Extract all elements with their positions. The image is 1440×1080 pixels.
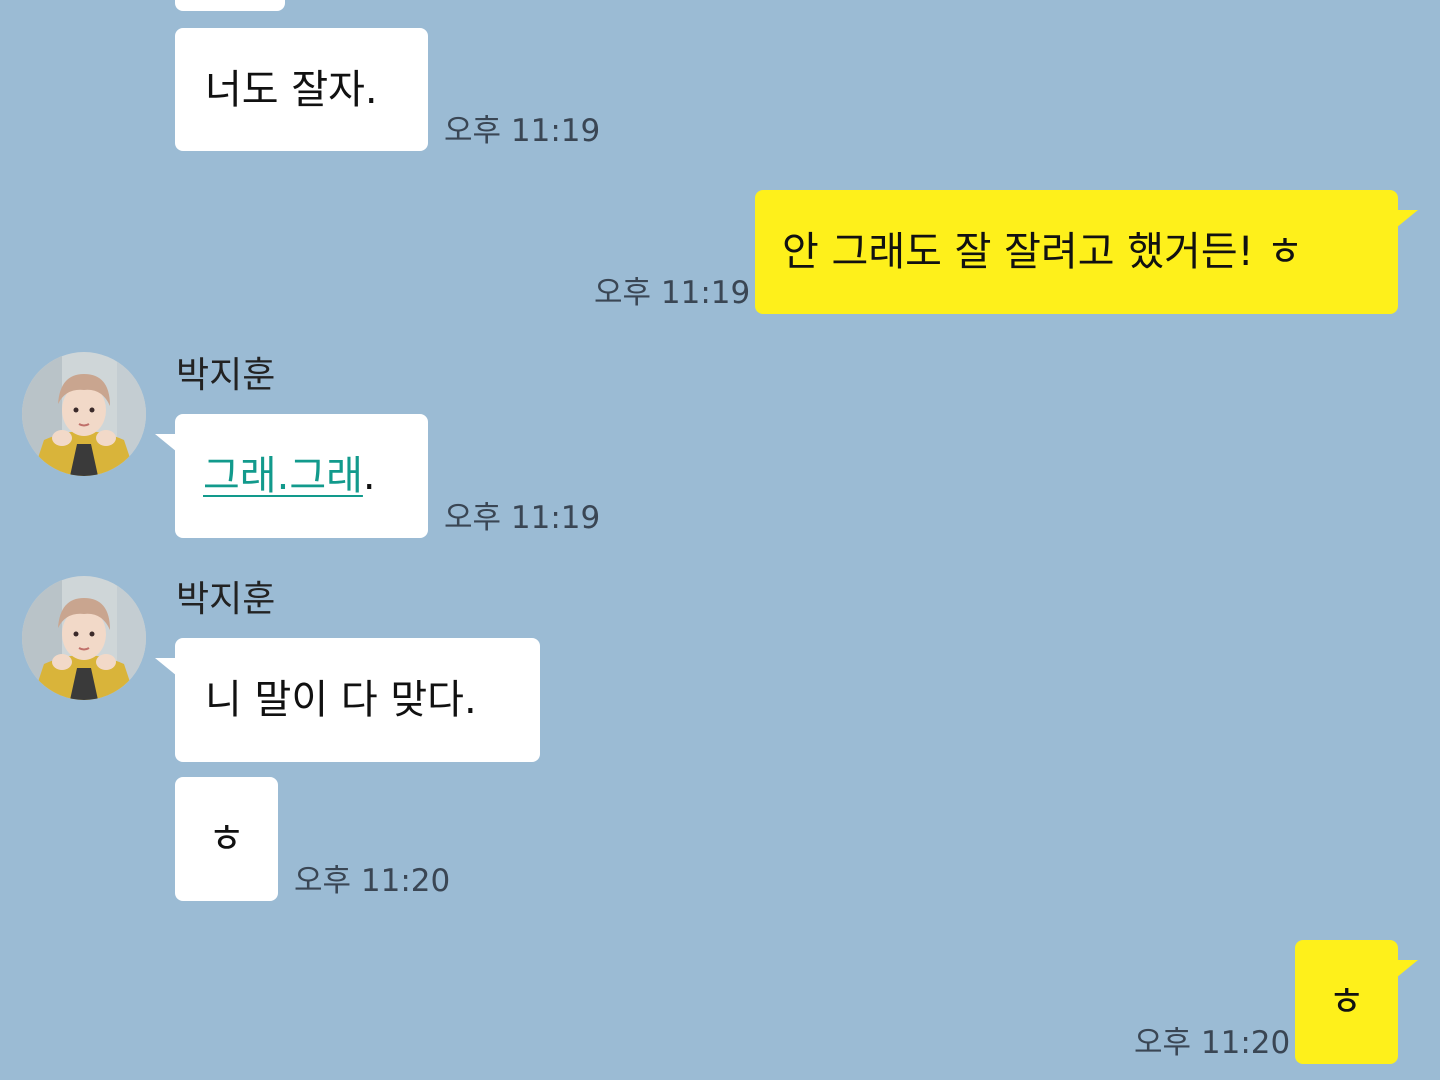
message-bubble-incoming[interactable]: ㅎ xyxy=(175,777,278,901)
avatar-image xyxy=(22,576,146,700)
message-bubble-incoming[interactable]: 그래.그래. xyxy=(175,414,428,538)
bubble-tail xyxy=(155,434,177,452)
message-text: ㅎ xyxy=(208,816,245,862)
message-text: 니 말이 다 맞다. xyxy=(205,677,477,723)
message-bubble-incoming[interactable]: 너도 잘자. xyxy=(175,28,428,151)
message-text: . xyxy=(362,453,376,499)
message-bubble-outgoing[interactable]: ㅎ xyxy=(1295,940,1398,1064)
message-text: 안 그래도 잘 잘려고 했거든! ㅎ xyxy=(782,229,1304,275)
message-timestamp: 오후 11:19 xyxy=(444,113,601,149)
message-bubble-incoming[interactable]: 니 말이 다 맞다. xyxy=(175,638,540,762)
bubble-tail xyxy=(1396,210,1418,228)
chat-room: 너도 잘자. 오후 11:19 안 그래도 잘 잘려고 했거든! ㅎ 오후 11… xyxy=(0,0,1440,1080)
message-timestamp: 오후 11:19 xyxy=(444,500,601,536)
sender-name: 박지훈 xyxy=(176,355,276,396)
message-timestamp: 오후 11:20 xyxy=(1134,1025,1291,1061)
avatar[interactable] xyxy=(22,352,146,476)
message-text: 너도 잘자. xyxy=(205,66,378,113)
message-timestamp: 오후 11:19 xyxy=(594,275,751,311)
bubble-tail xyxy=(1396,960,1418,978)
bubble-tail xyxy=(155,658,177,676)
avatar[interactable] xyxy=(22,576,146,700)
message-link[interactable]: 그래.그래 xyxy=(203,456,363,496)
message-text: ㅎ xyxy=(1328,979,1365,1025)
message-bubble-partial[interactable] xyxy=(175,0,285,11)
sender-name: 박지훈 xyxy=(176,579,276,620)
avatar-image xyxy=(22,352,146,476)
message-bubble-outgoing[interactable]: 안 그래도 잘 잘려고 했거든! ㅎ xyxy=(755,190,1398,314)
message-timestamp: 오후 11:20 xyxy=(294,863,451,899)
